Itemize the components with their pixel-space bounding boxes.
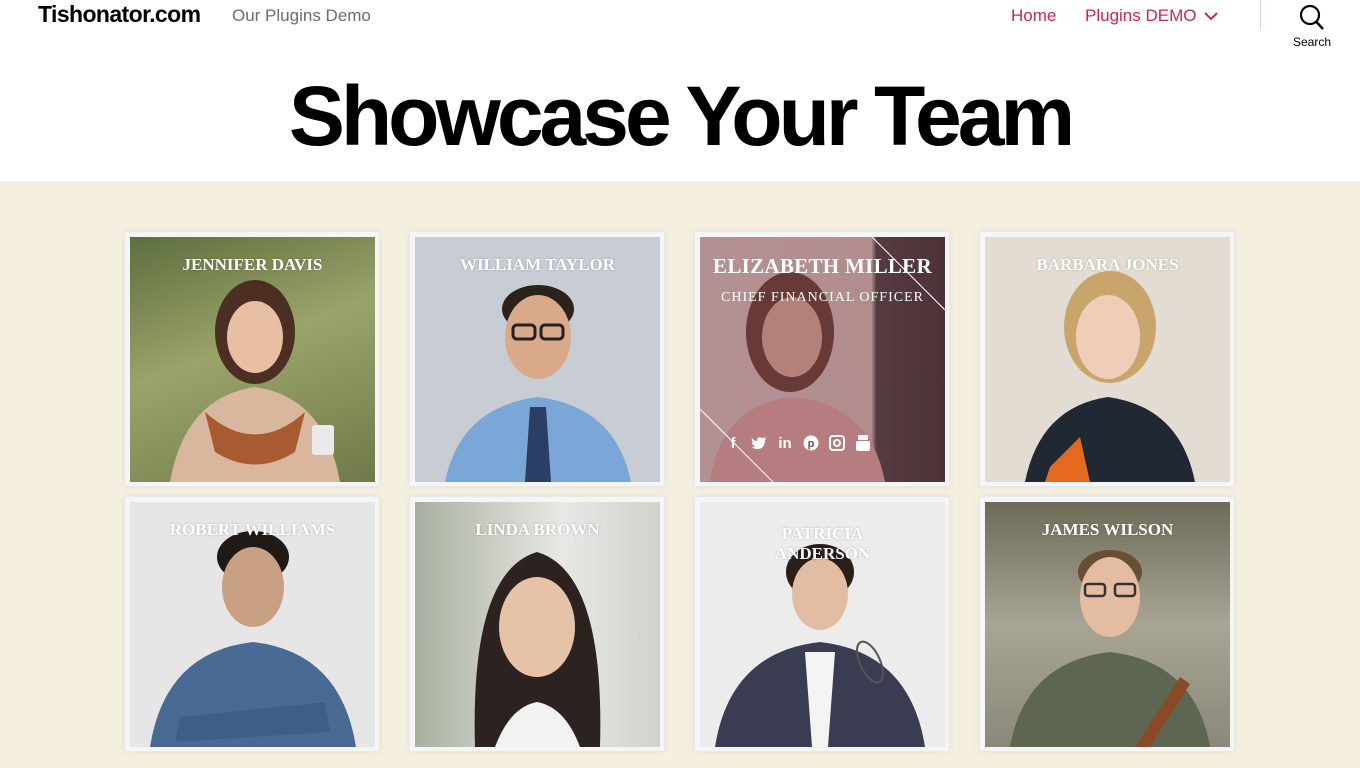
team-member-card[interactable]: LINDA BROWN	[409, 496, 665, 752]
team-member-card[interactable]: JENNIFER DAVIS	[124, 231, 380, 487]
member-photo: PATRICIA ANDERSON	[700, 502, 945, 747]
nav-item-plugins-demo[interactable]: Plugins DEMO	[1085, 6, 1219, 26]
team-member-card[interactable]: JAMES WILSON	[979, 496, 1235, 752]
member-name: PATRICIA ANDERSON	[774, 524, 871, 563]
social-links: f in p	[724, 434, 872, 452]
search-icon	[1299, 4, 1324, 30]
member-name: JAMES WILSON	[1041, 520, 1174, 539]
member-photo: JENNIFER DAVIS	[130, 237, 375, 482]
member-name: ROBERT WILLIAMS	[169, 520, 336, 539]
team-member-card[interactable]: BARBARA JONES	[979, 231, 1235, 487]
search-toggle-button[interactable]: Search	[1286, 2, 1338, 52]
team-member-card[interactable]: WILLIAM TAYLOR	[409, 231, 665, 487]
nav-item-home[interactable]: Home	[1011, 6, 1056, 26]
member-photo: WILLIAM TAYLOR	[415, 237, 660, 482]
search-label: Search	[1292, 35, 1332, 49]
site-description: Our Plugins Demo	[232, 6, 371, 25]
youtube-icon[interactable]	[854, 434, 872, 452]
twitter-icon[interactable]	[750, 434, 768, 452]
member-photo: BARBARA JONES	[985, 237, 1230, 482]
page-title: Showcase Your Team	[288, 69, 1075, 163]
nav-divider	[1260, 0, 1261, 29]
pinterest-icon[interactable]: p	[802, 434, 820, 452]
team-section: JENNIFER DAVIS WILLIAM TAYLOR ELIZABETH …	[0, 181, 1360, 768]
member-role: CHIEF FINANCIAL OFFICER	[721, 290, 924, 305]
chevron-down-icon	[1204, 12, 1219, 21]
member-photo: LINDA BROWN	[415, 502, 660, 747]
team-member-card-active[interactable]: ELIZABETH MILLER CHIEF FINANCIAL OFFICER…	[694, 231, 950, 487]
team-member-card[interactable]: PATRICIA ANDERSON	[694, 496, 950, 752]
member-photo: ELIZABETH MILLER CHIEF FINANCIAL OFFICER…	[700, 237, 945, 482]
facebook-icon[interactable]: f	[724, 434, 742, 452]
nav-item-label: Plugins DEMO	[1085, 6, 1197, 25]
member-name: BARBARA JONES	[1036, 255, 1179, 274]
linkedin-icon[interactable]: in	[776, 434, 794, 452]
member-name: LINDA BROWN	[475, 520, 600, 539]
svg-text:p: p	[808, 438, 815, 450]
member-photo: JAMES WILSON	[985, 502, 1230, 747]
member-name: ELIZABETH MILLER	[713, 254, 932, 278]
member-name: WILLIAM TAYLOR	[459, 255, 616, 274]
member-name: JENNIFER DAVIS	[182, 255, 323, 274]
team-member-card[interactable]: ROBERT WILLIAMS	[124, 496, 380, 752]
member-photo: ROBERT WILLIAMS	[130, 502, 375, 747]
site-title-link[interactable]: Tishonator.com	[38, 1, 201, 28]
instagram-icon[interactable]	[828, 434, 846, 452]
site-header: Tishonator.com Our Plugins Demo Home Plu…	[0, 0, 1360, 60]
